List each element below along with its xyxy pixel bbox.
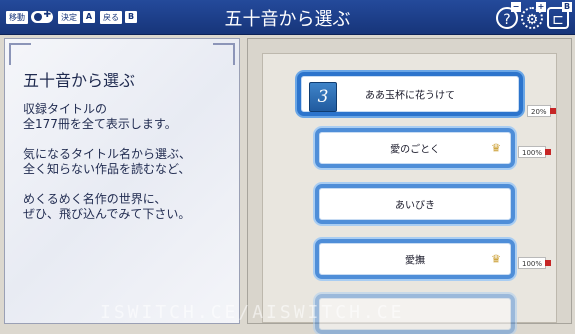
- info-title: 五十音から選ぶ: [23, 71, 136, 90]
- list-item[interactable]: 愛のごとく ♛: [315, 128, 515, 168]
- help-badge: −: [511, 2, 521, 12]
- progress-badge: 20%: [527, 105, 556, 117]
- list-item[interactable]: 3 ああ玉杯に花うけて: [297, 72, 523, 116]
- progress-badge: 100%: [518, 257, 552, 269]
- watermark: ISWITCH.CE/AISWITCH.CE: [100, 302, 405, 323]
- flag-icon: [549, 108, 556, 114]
- ornament-corner: [213, 43, 235, 65]
- title-list-panel: 3 ああ玉杯に花うけて 20% 愛のごとく ♛ 100% あいびき 愛撫 ♛ 1…: [247, 38, 572, 334]
- info-panel: 五十音から選ぶ 収録タイトルの 全177冊を全て表示します。 気になるタイトル名…: [4, 38, 240, 324]
- list-item-title: 愛のごとく: [390, 144, 440, 156]
- progress-badge: 100%: [518, 146, 552, 158]
- info-description: 収録タイトルの 全177冊を全て表示します。 気になるタイトル名から選ぶ、 全く…: [23, 102, 192, 221]
- flag-icon: [545, 149, 552, 155]
- list-item-title: あいびき: [395, 200, 435, 212]
- list-item-title: ああ玉杯に花うけて: [365, 90, 455, 102]
- page-title: 五十音から選ぶ: [224, 9, 351, 30]
- settings-badge: +: [536, 2, 546, 12]
- top-bar: 移動 決定 A 戻る B 五十音から選ぶ ? − ⚙ + ⊏ B: [0, 0, 575, 35]
- crown-icon: ♛: [491, 141, 501, 155]
- list-item[interactable]: 愛撫 ♛: [315, 239, 515, 279]
- list-item[interactable]: あいびき: [315, 184, 515, 224]
- progress-value: 100%: [522, 149, 543, 157]
- progress-value: 20%: [531, 108, 547, 116]
- flag-icon: [545, 260, 552, 266]
- ornament-corner: [9, 43, 31, 65]
- exit-badge: B: [562, 2, 572, 12]
- list-item-title: 愛撫: [405, 255, 425, 267]
- progress-value: 100%: [522, 260, 543, 268]
- crown-icon: ♛: [491, 252, 501, 266]
- title-list: 3 ああ玉杯に花うけて 20% 愛のごとく ♛ 100% あいびき 愛撫 ♛ 1…: [262, 53, 557, 334]
